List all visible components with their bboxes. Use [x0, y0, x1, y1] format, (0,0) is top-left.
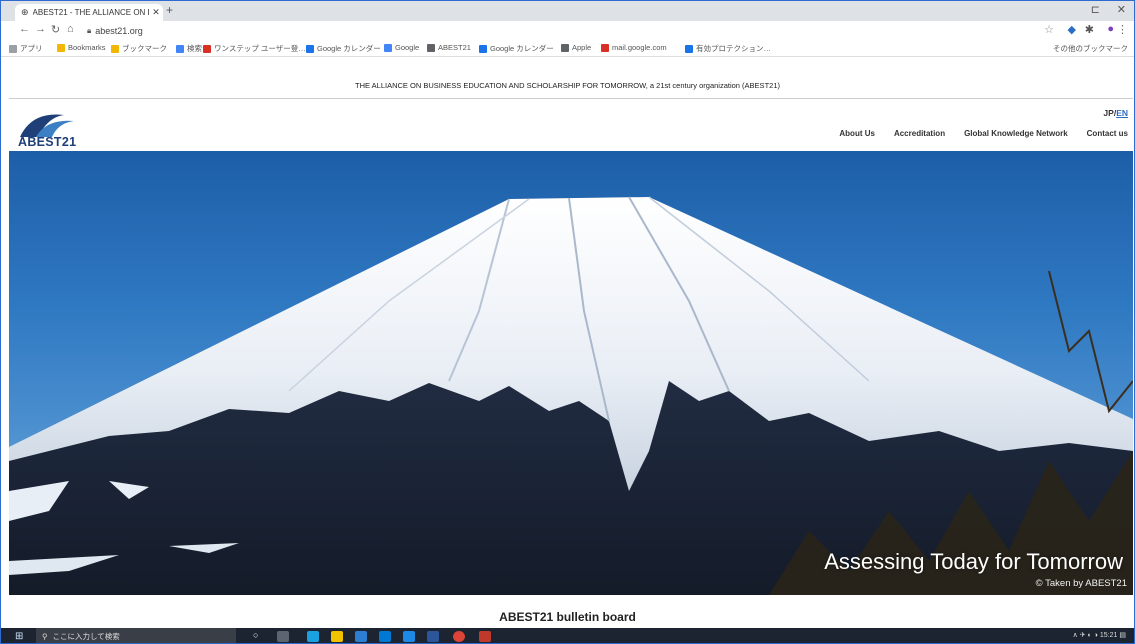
announcement-banner: THE ALLIANCE ON BUSINESS EDUCATION AND S… — [355, 81, 780, 90]
store-icon[interactable] — [355, 631, 367, 642]
language-switch: JP/EN — [1103, 108, 1128, 118]
tab-strip: ⊕ ABEST21 - THE ALLIANCE ON B ✕ + ⊏ ✕ — [1, 1, 1134, 21]
windows-taskbar: ⊞ ⚲ ここに入力して検索 ○ ∧ ✈ ◐ ◑ 15:21 ▤ — [1, 628, 1134, 643]
cortana-icon[interactable]: ○ — [253, 630, 265, 641]
home-icon[interactable]: ⌂ — [67, 23, 74, 35]
bookmark-favicon-icon — [427, 43, 435, 52]
restore-window-icon[interactable]: ⊏ — [1091, 3, 1100, 16]
puzzle-icon[interactable]: ✱ — [1085, 23, 1094, 36]
bookmark-item[interactable]: アプリ — [9, 43, 43, 54]
bookmark-item[interactable]: Apple — [561, 43, 591, 52]
windows-start-icon[interactable]: ⊞ — [15, 631, 23, 642]
mountain-illustration — [9, 196, 1133, 595]
bookmark-favicon-icon — [561, 43, 569, 52]
bookmark-favicon-icon — [57, 43, 65, 52]
main-nav: About Us Accreditation Global Knowledge … — [839, 129, 1128, 138]
url-text: abest21.org — [95, 25, 143, 36]
hero-image: Assessing Today for Tomorrow © Taken by … — [9, 151, 1133, 595]
taskbar-search[interactable]: ⚲ ここに入力して検索 — [36, 628, 236, 643]
bookmark-favicon-icon — [601, 43, 609, 52]
abest21-logo[interactable]: ABEST21 — [18, 109, 88, 149]
bookmark-label: 有効プロテクション… — [696, 44, 771, 53]
forward-icon[interactable]: → — [35, 23, 46, 35]
lang-jp-link[interactable]: JP — [1103, 108, 1113, 118]
bookmark-favicon-icon — [176, 44, 184, 53]
bookmark-item[interactable]: 有効プロテクション… — [685, 43, 771, 54]
mail-icon[interactable] — [379, 631, 391, 642]
bookmark-label: 検索 — [187, 44, 202, 53]
bookmark-favicon-icon — [685, 44, 693, 53]
edge-icon[interactable] — [307, 631, 319, 642]
system-tray[interactable]: ∧ ✈ ◐ ◑ 15:21 ▤ — [1073, 631, 1126, 639]
new-tab-button[interactable]: + — [166, 3, 173, 17]
bookmark-label: Google カレンダー — [317, 44, 381, 53]
extension-icon[interactable]: ◆ — [1068, 23, 1076, 36]
browser-window: ⊕ ABEST21 - THE ALLIANCE ON B ✕ + ⊏ ✕ ← … — [0, 0, 1135, 644]
other-bookmarks[interactable]: その他のブックマーク — [1053, 43, 1128, 54]
divider — [9, 98, 1133, 99]
lock-icon: 🔒︎ — [87, 25, 92, 35]
bookmarks-bar: アプリ Bookmarks ブックマーク 検索 ワンステップ ユーザー登… Google … — [1, 40, 1134, 57]
chrome-icon[interactable] — [453, 631, 465, 642]
bookmark-label: アプリ — [20, 44, 43, 53]
bookmark-favicon-icon — [111, 44, 119, 53]
hero-credit: © Taken by ABEST21 — [1035, 578, 1127, 589]
browser-tab[interactable]: ⊕ ABEST21 - THE ALLIANCE ON B ✕ — [15, 4, 163, 21]
menu-icon[interactable]: ⋮ — [1117, 23, 1128, 36]
profile-avatar-icon[interactable]: ● — [1107, 23, 1114, 35]
nav-accreditation[interactable]: Accreditation — [894, 129, 945, 138]
bookmark-favicon-icon — [9, 44, 17, 53]
bookmark-item[interactable]: Google カレンダー — [479, 43, 554, 54]
bookmark-item[interactable]: Google カレンダー — [306, 43, 381, 54]
bookmark-item[interactable]: 検索 — [176, 43, 202, 54]
reload-icon[interactable]: ↻ — [51, 23, 60, 36]
search-icon: ⚲ — [42, 632, 48, 641]
outlook-icon[interactable] — [403, 631, 415, 642]
bookmark-favicon-icon — [203, 44, 211, 53]
tab-title: ABEST21 - THE ALLIANCE ON B — [32, 8, 149, 17]
bookmark-label: ABEST21 — [438, 43, 471, 52]
nav-global-knowledge-network[interactable]: Global Knowledge Network — [964, 129, 1068, 138]
star-icon[interactable]: ☆ — [1044, 23, 1054, 36]
bookmark-favicon-icon — [306, 44, 314, 53]
task-view-icon[interactable] — [277, 631, 289, 642]
nav-contact-us[interactable]: Contact us — [1087, 129, 1128, 138]
navigation-bar: ← → ↻ ⌂ 🔒︎ abest21.org ☆ ◆ ✱ ● ⋮ — [1, 21, 1134, 40]
bulletin-board-title: ABEST21 bulletin board — [499, 610, 636, 624]
bookmark-item[interactable]: ABEST21 — [427, 43, 471, 52]
bookmark-label: Google — [395, 43, 420, 52]
globe-icon: ⊕ — [21, 7, 29, 17]
close-tab-icon[interactable]: ✕ — [149, 7, 163, 18]
bookmark-item[interactable]: Bookmarks — [57, 43, 106, 52]
bookmark-label: Apple — [572, 43, 592, 52]
bookmark-item[interactable]: ワンステップ ユーザー登… — [203, 43, 306, 54]
bookmark-item[interactable]: Google — [384, 43, 419, 52]
logo-text: ABEST21 — [18, 135, 77, 149]
bookmark-label: Bookmarks — [68, 43, 106, 52]
bookmark-favicon-icon — [384, 43, 392, 52]
nav-about-us[interactable]: About Us — [839, 129, 875, 138]
address-bar[interactable]: 🔒︎ abest21.org — [87, 23, 1027, 38]
hero-caption: Assessing Today for Tomorrow — [824, 549, 1123, 574]
bookmark-favicon-icon — [479, 44, 487, 53]
file-explorer-icon[interactable] — [331, 631, 343, 642]
back-icon[interactable]: ← — [19, 23, 30, 35]
bookmark-label: Google カレンダー — [490, 44, 554, 53]
pdf-icon[interactable] — [479, 631, 491, 642]
taskbar-search-placeholder: ここに入力して検索 — [52, 632, 120, 641]
clock: 15:21 — [1099, 632, 1118, 639]
word-icon[interactable] — [427, 631, 439, 642]
bookmark-label: ブックマーク — [122, 44, 167, 53]
bookmark-item[interactable]: ブックマーク — [111, 43, 167, 54]
bookmark-item[interactable]: mail.google.com — [601, 43, 667, 52]
bookmark-label: ワンステップ ユーザー登… — [214, 44, 306, 53]
bookmark-label: mail.google.com — [612, 43, 667, 52]
lang-en-link[interactable]: EN — [1116, 108, 1128, 118]
close-window-icon[interactable]: ✕ — [1117, 3, 1126, 16]
